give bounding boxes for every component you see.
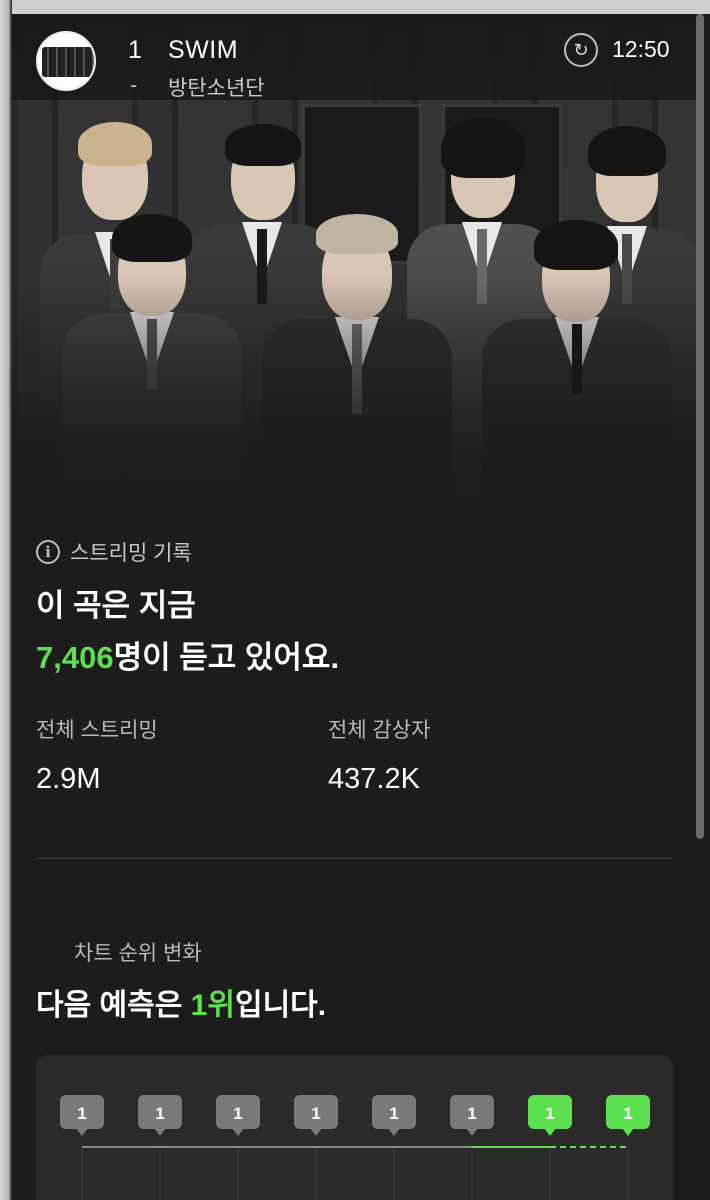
total-streams-label: 전체 스트리밍 [36,719,158,742]
rank-badge-label: 1 [311,1104,320,1123]
rank-badge-pointer [76,1128,88,1136]
rank-change-indicator: - [130,72,138,97]
section-divider [36,858,672,859]
song-title: SWIM [168,36,239,64]
streaming-section-header: i 스트리밍 기록 [36,537,192,567]
screenshot-border [0,0,12,1200]
streaming-section-label: 스트리밍 기록 [70,542,192,565]
info-icon[interactable]: i [36,540,60,564]
scrollbar[interactable] [696,14,704,839]
rank-history-chart: 1 1 1 1 1 1 1 1 [36,1055,673,1200]
predicted-rank: 1위 [190,989,235,1022]
rank-badge-label: 1 [155,1104,164,1123]
rank-badge-pointer [544,1128,556,1136]
total-streams-value: 2.9M [36,763,101,795]
chart-time: 12:50 [612,36,670,62]
rank-badge-label: 1 [233,1104,242,1123]
total-listeners-label: 전체 감상자 [328,719,431,742]
rank-badge-label: 1 [623,1104,632,1123]
rank-badge-pointer [622,1128,634,1136]
artist-name: 방탄소년단 [168,77,265,100]
rank-badge-pointer [310,1128,322,1136]
rank-badge-label: 1 [389,1104,398,1123]
current-listeners-count: 7,406 [36,640,114,675]
rank-badge-label: 1 [467,1104,476,1123]
prediction-prefix: 다음 예측은 [36,989,191,1022]
listeners-headline-line2: 7,406명이 듣고 있어요. [36,632,339,677]
refresh-icon[interactable]: ↻ [564,33,598,67]
album-cover-thumbnail[interactable] [36,31,96,91]
listeners-headline-line1: 이 곡은 지금 [36,588,196,623]
photo-gradient-overlay [12,274,698,574]
rank-badge-label: 1 [545,1104,554,1123]
prediction-suffix: 입니다. [234,989,327,1022]
rank-chart-svg: 1 1 1 1 1 1 1 1 [60,1095,650,1200]
chart-rank: 1 [128,36,142,64]
rank-badge-pointer [388,1128,400,1136]
screenshot-border [0,0,710,14]
rank-badge-pointer [232,1128,244,1136]
rank-badge-label: 1 [77,1104,86,1123]
rank-badge-pointer [154,1128,166,1136]
total-listeners-value: 437.2K [328,763,420,795]
prediction-headline: 다음 예측은 1위입니다. [36,980,326,1024]
app-frame: 1 - SWIM 방탄소년단 ↻ 12:50 i 스트리밍 기록 이 곡은 지금… [0,0,710,1200]
chart-section-label: 차트 순위 변화 [74,942,202,965]
listeners-suffix: 명이 듣고 있어요. [113,640,340,675]
rank-badge-pointer [466,1128,478,1136]
now-playing-header[interactable]: 1 - SWIM 방탄소년단 ↻ 12:50 [12,14,698,100]
